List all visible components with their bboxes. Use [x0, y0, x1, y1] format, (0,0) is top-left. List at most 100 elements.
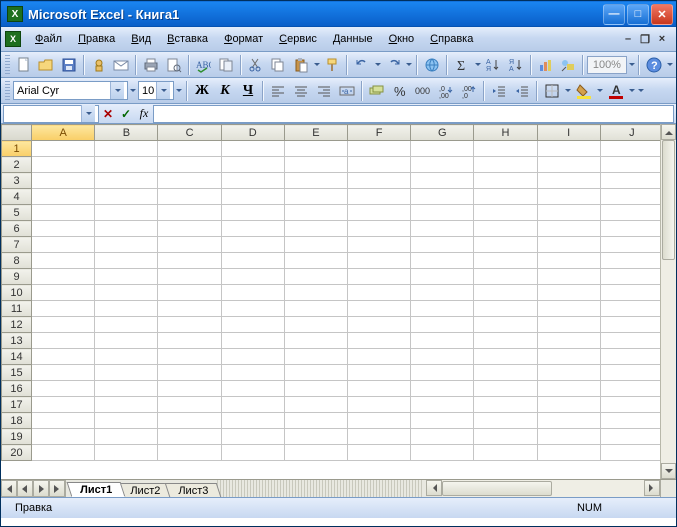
italic-button[interactable]: К: [214, 80, 236, 102]
row-header[interactable]: 8: [2, 253, 32, 269]
cell[interactable]: [284, 221, 347, 237]
new-button[interactable]: [13, 54, 35, 76]
cell[interactable]: [474, 269, 537, 285]
cell[interactable]: [158, 429, 221, 445]
cell[interactable]: [221, 413, 284, 429]
cell[interactable]: [537, 141, 600, 157]
menu-window[interactable]: Окно: [381, 30, 423, 48]
cell[interactable]: [221, 189, 284, 205]
name-box-dropdown[interactable]: [81, 105, 95, 122]
cell[interactable]: [474, 317, 537, 333]
cell[interactable]: [284, 333, 347, 349]
cell[interactable]: [32, 285, 95, 301]
research-button[interactable]: [215, 54, 237, 76]
cell[interactable]: [284, 365, 347, 381]
sheet-tab[interactable]: Лист1: [67, 482, 126, 497]
font-combo[interactable]: Arial Cyr: [13, 81, 128, 100]
cell[interactable]: [284, 237, 347, 253]
cell[interactable]: [474, 189, 537, 205]
cell[interactable]: [95, 269, 158, 285]
size-side-dropdown[interactable]: [175, 80, 183, 102]
column-header[interactable]: F: [348, 125, 411, 141]
menu-service[interactable]: Сервис: [271, 30, 325, 48]
tab-split-handle[interactable]: [217, 480, 424, 497]
row-header[interactable]: 17: [2, 397, 32, 413]
row-header[interactable]: 12: [2, 317, 32, 333]
cell[interactable]: [95, 381, 158, 397]
cell[interactable]: [284, 429, 347, 445]
scroll-down-button[interactable]: [661, 463, 676, 479]
child-minimize-button[interactable]: –: [620, 32, 636, 46]
increase-indent-button[interactable]: [511, 80, 533, 102]
cell[interactable]: [348, 445, 411, 461]
help-button[interactable]: ?: [643, 54, 665, 76]
cell[interactable]: [474, 173, 537, 189]
menu-format[interactable]: Формат: [216, 30, 271, 48]
cell[interactable]: [537, 365, 600, 381]
cell[interactable]: [348, 157, 411, 173]
cell[interactable]: [537, 445, 600, 461]
cell[interactable]: [95, 157, 158, 173]
cell[interactable]: [221, 205, 284, 221]
tab-nav-last[interactable]: [49, 480, 65, 497]
cell[interactable]: [600, 413, 660, 429]
cell[interactable]: [95, 189, 158, 205]
maximize-button[interactable]: □: [627, 4, 649, 25]
cell[interactable]: [600, 333, 660, 349]
increase-decimal-button[interactable]: ,0,00: [435, 80, 457, 102]
cell[interactable]: [221, 317, 284, 333]
cell[interactable]: [95, 317, 158, 333]
cell[interactable]: [95, 205, 158, 221]
zoom-combo[interactable]: 100%: [587, 56, 626, 74]
hscroll-thumb[interactable]: [442, 481, 552, 496]
comma-button[interactable]: 000: [412, 80, 434, 102]
cell[interactable]: [537, 157, 600, 173]
sort-asc-button[interactable]: АЯ: [483, 54, 505, 76]
cell[interactable]: [95, 301, 158, 317]
menu-help[interactable]: Справка: [422, 30, 481, 48]
cell[interactable]: [600, 237, 660, 253]
cell[interactable]: [411, 157, 474, 173]
cell[interactable]: [158, 397, 221, 413]
redo-button[interactable]: [383, 54, 405, 76]
cell[interactable]: [32, 253, 95, 269]
cell[interactable]: [221, 285, 284, 301]
menu-edit[interactable]: Правка: [70, 30, 123, 48]
cell[interactable]: [537, 253, 600, 269]
cell[interactable]: [221, 333, 284, 349]
cell[interactable]: [600, 189, 660, 205]
size-dropdown-arrow[interactable]: [156, 82, 170, 99]
cell[interactable]: [221, 429, 284, 445]
toolbar-grip[interactable]: [5, 55, 10, 75]
cell[interactable]: [221, 237, 284, 253]
cell[interactable]: [537, 285, 600, 301]
hyperlink-button[interactable]: [421, 54, 443, 76]
cell[interactable]: [158, 413, 221, 429]
cell[interactable]: [537, 349, 600, 365]
cell[interactable]: [221, 141, 284, 157]
child-close-button[interactable]: ×: [654, 32, 670, 46]
cell[interactable]: [158, 333, 221, 349]
cell[interactable]: [600, 429, 660, 445]
insert-function-button[interactable]: fx: [135, 105, 153, 123]
row-header[interactable]: 10: [2, 285, 32, 301]
cell[interactable]: [95, 365, 158, 381]
cell[interactable]: [600, 285, 660, 301]
cell[interactable]: [284, 269, 347, 285]
cell[interactable]: [474, 381, 537, 397]
cell[interactable]: [348, 365, 411, 381]
cell[interactable]: [411, 205, 474, 221]
cell[interactable]: [32, 141, 95, 157]
row-header[interactable]: 19: [2, 429, 32, 445]
cell[interactable]: [348, 237, 411, 253]
decrease-decimal-button[interactable]: ,00,0: [458, 80, 480, 102]
cell[interactable]: [158, 301, 221, 317]
cell[interactable]: [32, 205, 95, 221]
cell[interactable]: [411, 237, 474, 253]
cell[interactable]: [600, 381, 660, 397]
cell[interactable]: [158, 253, 221, 269]
formatting-toolbar-options[interactable]: [637, 80, 645, 102]
minimize-button[interactable]: —: [603, 4, 625, 25]
spelling-button[interactable]: ABC: [193, 54, 215, 76]
cell[interactable]: [32, 413, 95, 429]
